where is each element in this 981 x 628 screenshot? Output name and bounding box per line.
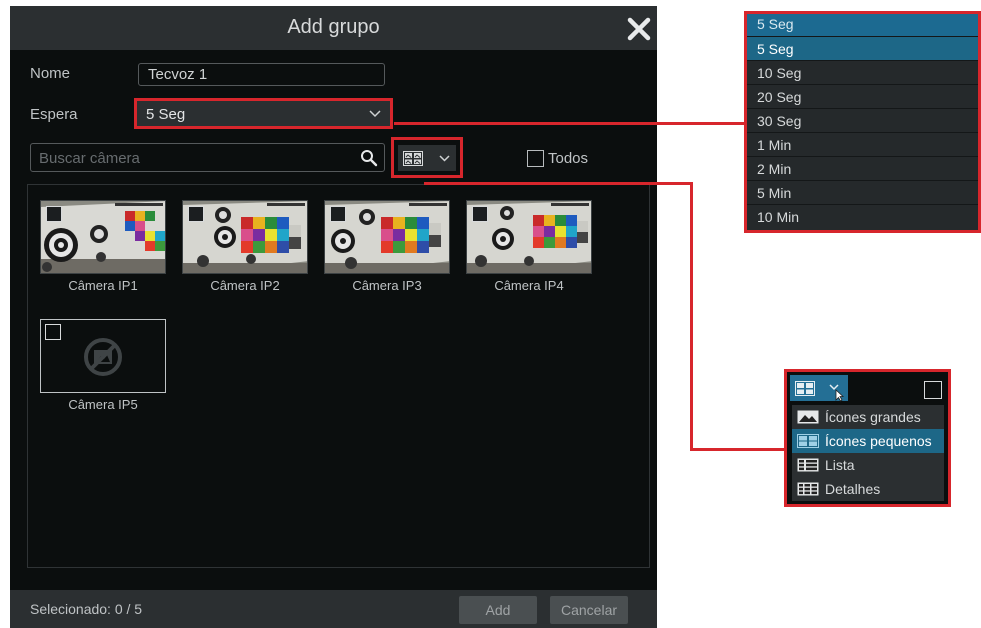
camera-checkbox[interactable]	[46, 206, 62, 222]
espera-option[interactable]: 5 Seg	[747, 36, 978, 60]
camera-thumbnail[interactable]	[40, 200, 166, 274]
view-mode-select-box	[398, 145, 456, 171]
camera-thumbnail[interactable]	[324, 200, 450, 274]
view-option-label: Lista	[825, 457, 855, 473]
espera-option[interactable]: 1 Min	[747, 132, 978, 156]
nome-input[interactable]: Tecvoz 1	[138, 63, 385, 86]
espera-select-value: 5 Seg	[146, 106, 186, 123]
small-icons-icon	[795, 381, 815, 396]
view-option-label: Detalhes	[825, 481, 881, 497]
large-icons-icon	[797, 410, 819, 424]
todos-checkbox-box[interactable]	[924, 381, 942, 399]
view-option-label: Ícones pequenos	[825, 433, 932, 449]
espera-dropdown-current[interactable]: 5 Seg	[747, 14, 978, 36]
list-icon	[797, 458, 819, 472]
camera-name: Câmera IP4	[494, 278, 564, 293]
small-icons-icon	[797, 434, 819, 448]
view-mode-menu: Ícones grandes Ícones pequenos Lista Det…	[792, 405, 944, 501]
search-input[interactable]: Buscar câmera	[30, 143, 385, 172]
view-option-small-icons[interactable]: Ícones pequenos	[792, 429, 944, 453]
espera-dropdown-callout: 5 Seg 5 Seg 10 Seg 20 Seg 30 Seg 1 Min 2…	[744, 11, 981, 233]
camera-thumbnail[interactable]	[466, 200, 592, 274]
view-option-large-icons[interactable]: Ícones grandes	[792, 405, 944, 429]
details-icon	[797, 482, 819, 496]
todos-checkbox-box[interactable]	[527, 150, 544, 168]
no-video-icon	[84, 338, 122, 376]
espera-callout-line	[394, 122, 744, 125]
camera-checkbox[interactable]	[330, 206, 346, 222]
view-mode-select[interactable]	[391, 137, 463, 178]
espera-option[interactable]: 20 Seg	[747, 84, 978, 108]
camera-checkbox[interactable]	[188, 206, 204, 222]
camera-thumbnail[interactable]	[182, 200, 308, 274]
espera-label: Espera	[30, 106, 78, 123]
add-group-dialog: Add grupo Nome Tecvoz 1 Espera 5 Seg Bus…	[10, 6, 657, 628]
camera-checkbox[interactable]	[45, 324, 61, 340]
view-callout-line-vertical	[690, 182, 693, 450]
camera-thumbnail[interactable]	[40, 319, 166, 393]
view-option-details[interactable]: Detalhes	[792, 477, 944, 501]
camera-checkbox[interactable]	[472, 206, 488, 222]
espera-option[interactable]: 5 Min	[747, 180, 978, 204]
view-mode-dropdown-callout: Ícones grandes Ícones pequenos Lista Det…	[784, 369, 951, 507]
dialog-titlebar: Add grupo	[10, 6, 657, 50]
chevron-down-icon	[439, 155, 450, 162]
view-option-list[interactable]: Lista	[792, 453, 944, 477]
camera-grid: Câmera IP1 Câmera IP2 Câmera IP3 Câmera …	[27, 184, 650, 568]
search-placeholder: Buscar câmera	[39, 150, 140, 167]
view-option-label: Ícones grandes	[825, 409, 921, 425]
cancel-button[interactable]: Cancelar	[550, 596, 628, 624]
small-icons-icon	[403, 151, 423, 166]
search-icon[interactable]	[360, 149, 378, 167]
dialog-title: Add grupo	[287, 16, 380, 38]
espera-option[interactable]: 2 Min	[747, 156, 978, 180]
nome-label: Nome	[30, 65, 71, 82]
view-callout-line-bottom	[690, 448, 784, 451]
close-icon[interactable]	[624, 11, 654, 45]
camera-name: Câmera IP5	[68, 397, 138, 412]
view-mode-select-open[interactable]	[790, 375, 848, 402]
todos-checkbox[interactable]: Todos	[527, 150, 588, 168]
view-callout-line-top	[424, 182, 692, 185]
chevron-down-icon	[369, 110, 381, 118]
todos-label: Todos	[548, 150, 589, 168]
espera-option[interactable]: 10 Seg	[747, 60, 978, 84]
dialog-footer: Selecionado: 0 / 5 Add Cancelar	[10, 590, 657, 628]
add-button[interactable]: Add	[459, 596, 537, 624]
espera-option[interactable]: 10 Min	[747, 204, 978, 228]
espera-select[interactable]: 5 Seg	[134, 98, 393, 129]
cursor-icon	[829, 384, 845, 402]
espera-option[interactable]: 30 Seg	[747, 108, 978, 132]
selected-count: Selecionado: 0 / 5	[30, 601, 143, 617]
